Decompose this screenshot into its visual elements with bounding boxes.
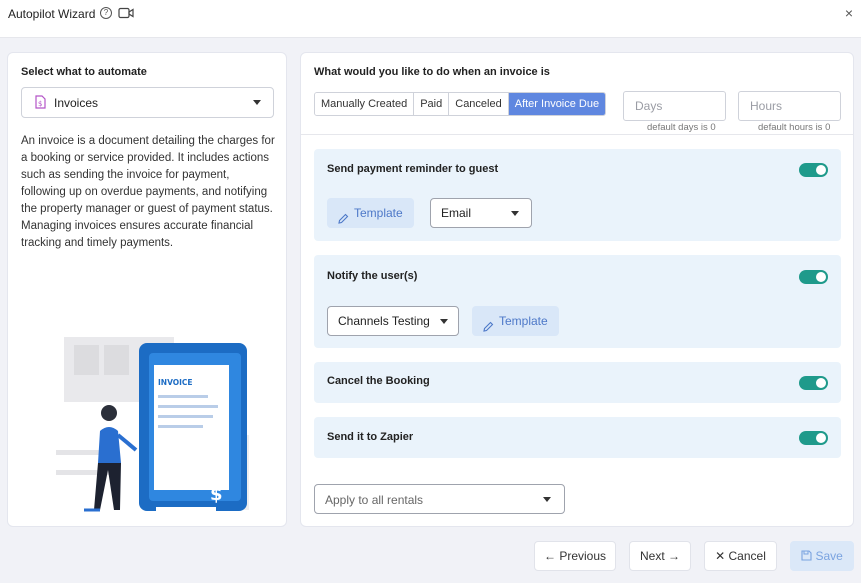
days-field[interactable] (623, 91, 726, 121)
hours-hint: default hours is 0 (758, 122, 831, 133)
automate-object-select[interactable]: $ Invoices (21, 87, 274, 118)
template-button-label: Template (354, 206, 403, 220)
document-icon: $ (35, 95, 46, 114)
channel-select-value: Email (441, 206, 472, 220)
apply-rentals-placeholder: Apply to all rentals (325, 493, 424, 507)
automation-actions-panel: What would you like to do when an invoic… (300, 52, 854, 527)
video-icon[interactable] (118, 6, 134, 24)
chevron-down-icon (253, 100, 261, 105)
help-icon[interactable]: ? (100, 7, 112, 19)
illustration-dollar-text: $ (210, 484, 223, 505)
action-toggle-payment-reminder[interactable] (799, 163, 828, 177)
object-description: An invoice is a document detailing the c… (21, 135, 275, 249)
previous-button[interactable]: ← Previous (534, 541, 616, 571)
trigger-section: What would you like to do when an invoic… (301, 53, 853, 135)
save-button-label: Save (815, 549, 843, 563)
chevron-down-icon (440, 319, 448, 324)
channel-select-value: Channels Testing (338, 314, 430, 328)
channel-select-email[interactable]: Email (430, 198, 532, 228)
hours-input[interactable] (739, 92, 840, 120)
action-title: Send it to Zapier (327, 431, 414, 443)
channel-select-users[interactable]: Channels Testing (327, 306, 459, 336)
next-button[interactable]: Next → (629, 541, 691, 571)
trigger-canceled[interactable]: Canceled (449, 93, 509, 115)
action-title: Notify the user(s) (327, 270, 418, 282)
hours-field[interactable] (738, 91, 841, 121)
trigger-manually-created[interactable]: Manually Created (315, 93, 415, 115)
close-icon[interactable]: × (845, 5, 853, 21)
template-button-label: Template (499, 314, 548, 328)
action-toggle-notify-users[interactable] (799, 270, 828, 284)
trigger-after-invoice-due[interactable]: After Invoice Due (508, 93, 606, 115)
action-toggle-zapier[interactable] (799, 431, 828, 445)
action-title: Cancel the Booking (327, 375, 430, 387)
cancel-button[interactable]: ✕ Cancel (704, 541, 777, 571)
action-title: Send payment reminder to guest (327, 163, 499, 175)
action-toggle-cancel-booking[interactable] (799, 376, 828, 390)
template-button[interactable]: Template (472, 306, 559, 336)
automation-target-panel: Select what to automate $ Invoices An in… (7, 52, 287, 527)
action-card-zapier: Send it to Zapier (314, 417, 841, 458)
automate-object-value: Invoices (54, 96, 99, 110)
action-card-payment-reminder: Send payment reminder to guest Template … (314, 149, 841, 241)
days-hint: default days is 0 (647, 122, 716, 133)
svg-text:$: $ (38, 100, 42, 108)
action-card-cancel-booking: Cancel the Booking (314, 362, 841, 403)
pencil-icon (482, 314, 494, 344)
invoice-illustration: INVOICE $ (44, 335, 254, 520)
trigger-paid[interactable]: Paid (414, 93, 450, 115)
trigger-question: What would you like to do when an invoic… (314, 66, 550, 78)
select-automate-heading: Select what to automate (21, 66, 147, 78)
illustration-invoice-text: INVOICE (158, 378, 193, 387)
apply-rentals-select[interactable]: Apply to all rentals (314, 484, 565, 514)
pencil-icon (337, 206, 349, 236)
title-bar: Autopilot Wizard ? × (0, 0, 861, 38)
chevron-down-icon (511, 211, 519, 216)
template-button[interactable]: Template (327, 198, 414, 228)
window-title: Autopilot Wizard (8, 7, 96, 21)
days-input[interactable] (624, 92, 725, 120)
trigger-segmented-control: Manually Created Paid Canceled After Inv… (314, 92, 607, 116)
chevron-down-icon (543, 497, 551, 502)
save-icon (801, 550, 812, 561)
action-card-notify-users: Notify the user(s) Channels Testing Temp… (314, 255, 841, 348)
save-button[interactable]: Save (790, 541, 854, 571)
